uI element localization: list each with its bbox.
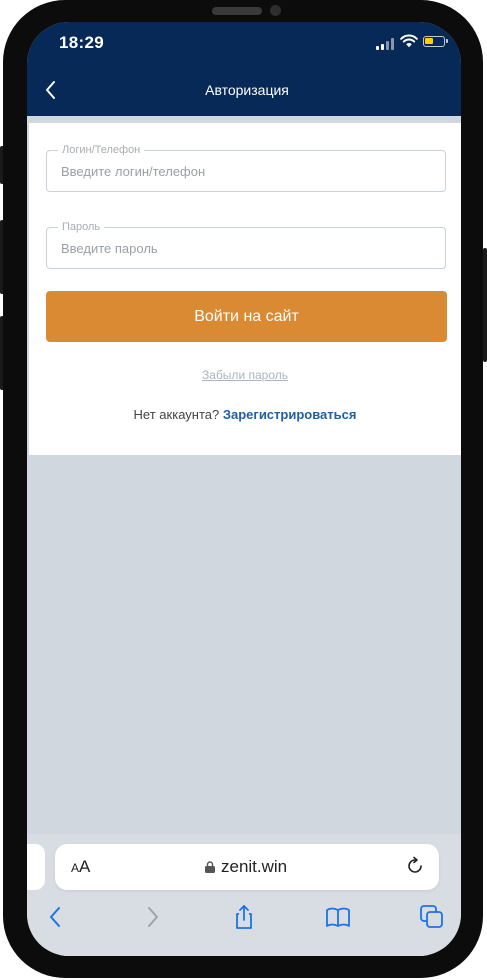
forward-icon[interactable] — [139, 904, 165, 930]
address-bar[interactable]: AA zenit.win — [55, 844, 439, 890]
page-title: Авторизация — [205, 82, 289, 98]
earpiece-speaker — [212, 7, 262, 15]
wifi-icon — [400, 34, 418, 48]
domain-text: zenit.win — [221, 857, 288, 876]
login-field[interactable]: Логин/Телефон — [46, 143, 446, 192]
text-size-button[interactable]: AA — [71, 857, 90, 877]
back-icon[interactable] — [43, 904, 69, 930]
domain-display[interactable]: zenit.win — [205, 857, 287, 877]
register-prompt: Нет аккаунта? Зарегистрироваться — [29, 407, 461, 422]
share-icon[interactable] — [231, 904, 257, 930]
lock-icon — [205, 861, 215, 873]
password-field[interactable]: Пароль — [46, 220, 446, 269]
phone-screen: 18:29 Авторизация Логин/Телефон Введите … — [27, 22, 461, 956]
login-input[interactable] — [61, 151, 431, 191]
battery-icon — [423, 36, 448, 47]
password-input[interactable] — [61, 228, 431, 268]
previous-tab-preview[interactable] — [27, 844, 45, 890]
login-card: Логин/Телефон Пароль Войти на сайт Забыл… — [29, 123, 461, 455]
register-link[interactable]: Зарегистрироваться — [223, 407, 357, 422]
app-header: 18:29 Авторизация — [27, 22, 461, 116]
text-size-large-label: A — [79, 857, 91, 876]
no-account-text: Нет аккаунта? — [133, 407, 220, 422]
browser-bottom-bar: AA zenit.win — [27, 834, 461, 956]
reload-icon[interactable] — [405, 856, 425, 876]
phone-device: 18:29 Авторизация Логин/Телефон Введите … — [0, 0, 487, 980]
front-camera — [270, 5, 281, 16]
status-time: 18:29 — [59, 33, 104, 52]
cellular-signal-icon — [376, 38, 396, 50]
forgot-password-link[interactable]: Забыли пароль — [29, 368, 461, 382]
browser-toolbar — [27, 904, 461, 934]
text-size-small-label: A — [71, 861, 80, 875]
login-submit-button[interactable]: Войти на сайт — [46, 291, 447, 342]
power-button — [483, 248, 487, 362]
bookmarks-icon[interactable] — [325, 904, 351, 930]
tabs-icon[interactable] — [419, 904, 445, 930]
